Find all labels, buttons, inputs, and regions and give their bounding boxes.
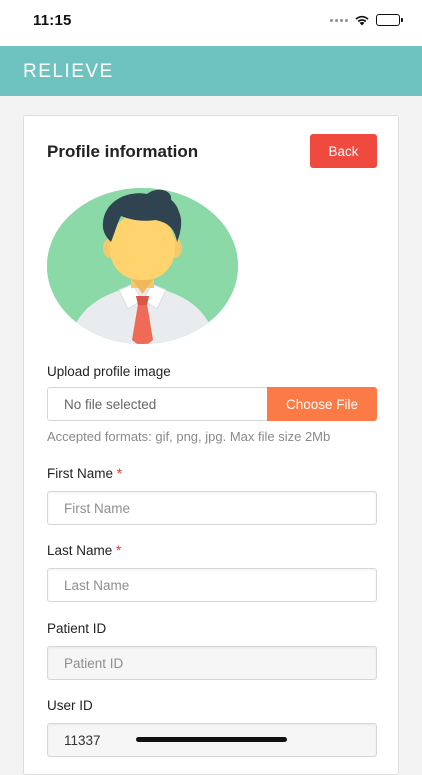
status-time: 11:15 xyxy=(33,12,72,29)
file-upload: No file selected Choose File xyxy=(47,387,377,421)
patient-id-label: Patient ID xyxy=(47,621,107,636)
profile-card: Profile information Back Upload profile … xyxy=(23,115,399,775)
wifi-icon xyxy=(354,14,370,26)
home-indicator xyxy=(136,737,287,742)
required-star: * xyxy=(116,466,123,481)
back-button[interactable]: Back xyxy=(310,134,377,168)
patient-id-input[interactable] xyxy=(47,646,377,680)
user-avatar-icon xyxy=(47,188,238,344)
required-star: * xyxy=(116,543,122,558)
file-name-display: No file selected xyxy=(47,387,267,421)
user-id-label: User ID xyxy=(47,698,93,713)
last-name-label: Last Name * xyxy=(47,543,121,558)
first-name-label: First Name * xyxy=(47,466,122,481)
status-icons xyxy=(330,14,403,26)
battery-icon xyxy=(376,14,403,26)
upload-label: Upload profile image xyxy=(47,364,171,379)
signal-dots-icon xyxy=(330,18,348,22)
first-name-input[interactable] xyxy=(47,491,377,525)
first-name-label-text: First Name xyxy=(47,466,114,481)
last-name-label-text: Last Name xyxy=(47,543,113,558)
app-title: RELIEVE xyxy=(23,61,114,82)
page-title: Profile information xyxy=(47,142,199,161)
last-name-input[interactable] xyxy=(47,568,377,602)
app-header: RELIEVE xyxy=(0,46,422,96)
accepted-formats-hint: Accepted formats: gif, png, jpg. Max fil… xyxy=(47,429,331,444)
status-bar: 11:15 xyxy=(0,0,422,46)
choose-file-button[interactable]: Choose File xyxy=(267,387,377,421)
